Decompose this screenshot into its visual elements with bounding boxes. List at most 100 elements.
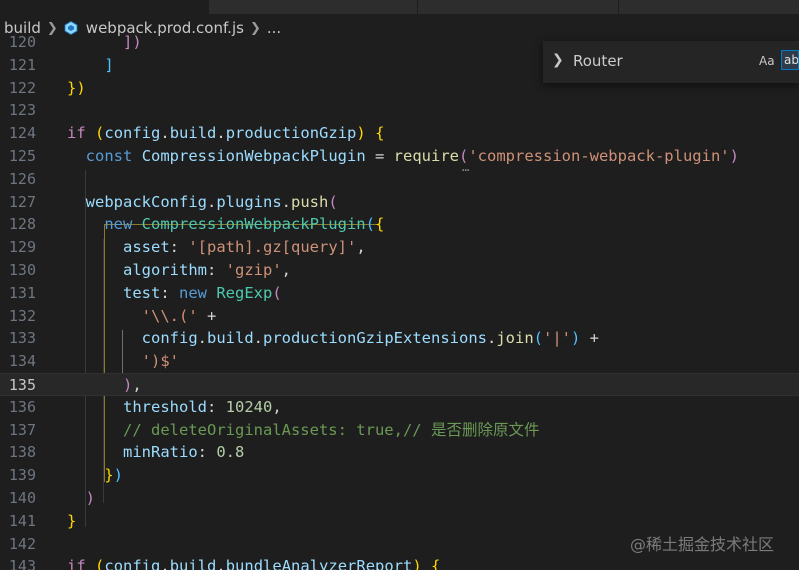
code-line[interactable]: 131 test: new RegExp(: [0, 282, 799, 305]
code-token: ): [729, 147, 739, 165]
code-line[interactable]: 132 '\\.(' +: [0, 305, 799, 328]
code-line[interactable]: 126: [0, 168, 799, 191]
code-token: {: [374, 215, 385, 234]
code-token: 0.8: [216, 443, 245, 462]
code-line[interactable]: 141}: [0, 510, 799, 533]
find-input[interactable]: Router: [573, 52, 623, 70]
match-whole-word-toggle[interactable]: ab: [781, 50, 799, 70]
code-token: :: [169, 238, 189, 257]
code-token: algorithm: [123, 261, 207, 279]
code-text: ]): [67, 34, 142, 54]
code-token: .: [216, 124, 226, 143]
code-token: ,: [272, 397, 282, 416]
code-token: }: [104, 466, 114, 485]
tab[interactable]: [619, 0, 799, 14]
code-text: threshold: 10240,: [67, 396, 282, 419]
code-token: +: [197, 306, 217, 325]
code-token: config: [104, 557, 161, 570]
code-token: webpackConfig: [85, 192, 207, 211]
code-token: '|': [543, 329, 571, 348]
line-number: 132: [8, 306, 36, 325]
line-number: 141: [8, 511, 36, 530]
code-token: if: [67, 557, 86, 570]
code-line[interactable]: 123: [0, 99, 799, 122]
code-line[interactable]: 136 threshold: 10240,: [0, 396, 799, 419]
code-token: ]: [104, 55, 114, 74]
code-text: if (config.build.bundleAnalyzerReport) {: [67, 555, 440, 570]
code-line[interactable]: 143 if (config.build.bundleAnalyzerReport…: [0, 555, 799, 570]
code-token: asset: [123, 238, 170, 257]
line-number: 137: [8, 420, 36, 439]
toggle-replace-chevron-icon[interactable]: ❯: [552, 52, 564, 68]
code-line[interactable]: 134 ')$': [0, 350, 799, 373]
line-number: 124: [8, 124, 36, 143]
code-line[interactable]: 133 config.build.productionGzipExtension…: [0, 327, 799, 350]
code-text: // deleteOriginalAssets: true,// 是否删除原文件: [67, 419, 539, 442]
code-line[interactable]: 140 ): [0, 487, 799, 510]
code-token: CompressionWebpackPlugin: [141, 147, 366, 165]
editor-tabs: [0, 0, 799, 14]
code-text: test: new RegExp(: [67, 282, 282, 305]
code-token: :: [207, 397, 226, 416]
inline-hint: ⋯: [462, 163, 470, 177]
code-token: :: [207, 261, 226, 279]
code-token: 10240: [225, 397, 273, 416]
code-editor[interactable]: 120 ]) 121 ] 122}) 123 124 if (config.build.p…: [0, 34, 799, 570]
code-line[interactable]: 124 if (config.build.productionGzip) {: [0, 122, 799, 145]
code-token: threshold: [123, 397, 207, 416]
line-number: 128: [8, 215, 36, 234]
find-widget: ❯ Router Aa ab: [543, 41, 799, 83]
code-token: productionGzip: [225, 124, 357, 143]
code-text: ]: [67, 54, 114, 77]
code-text: asset: '[path].gz[query]',: [67, 236, 366, 259]
code-line[interactable]: 125 const CompressionWebpackPlugin = req…: [0, 145, 799, 168]
line-number: 136: [8, 397, 36, 416]
tab[interactable]: [418, 0, 619, 14]
code-token: ): [412, 557, 422, 570]
code-text: }): [67, 464, 123, 487]
code-line[interactable]: 137 // deleteOriginalAssets: true,// 是否删…: [0, 419, 799, 442]
code-token: config: [104, 124, 161, 143]
tab[interactable]: [209, 0, 418, 14]
code-token: require: [393, 147, 459, 165]
code-line[interactable]: 139 }): [0, 464, 799, 487]
webpack-file-icon: [64, 21, 78, 35]
code-token: build: [169, 557, 217, 570]
match-case-toggle[interactable]: Aa: [759, 54, 775, 68]
code-token: ): [571, 329, 581, 348]
line-number: 138: [8, 443, 36, 462]
code-token: '\\.(': [141, 306, 198, 325]
code-token: (: [328, 192, 338, 211]
code-token: (: [365, 215, 375, 234]
code-token: new: [179, 283, 207, 302]
code-line[interactable]: 135 ),: [0, 373, 799, 396]
code-line[interactable]: 128 new CompressionWebpackPlugin({: [0, 213, 799, 236]
tab-active[interactable]: [0, 0, 209, 14]
code-token: 'gzip': [225, 261, 282, 279]
line-number: 126: [8, 169, 36, 188]
code-token: ]): [123, 34, 142, 51]
code-line[interactable]: 127 webpackConfig.plugins.push(: [0, 191, 799, 214]
code-token: if: [67, 124, 86, 143]
code-line[interactable]: 138 minRatio: 0.8: [0, 441, 799, 464]
code-token: join: [496, 329, 534, 348]
code-text: ),: [67, 374, 142, 397]
line-number: 121: [8, 55, 36, 74]
code-text: new CompressionWebpackPlugin({: [67, 213, 384, 236]
code-text: ): [67, 487, 95, 510]
code-token: productionGzipExtensions: [263, 329, 487, 348]
code-text: webpackConfig.plugins.push(: [67, 191, 338, 214]
code-token: ): [356, 124, 366, 143]
code-line[interactable]: 129 asset: '[path].gz[query]',: [0, 236, 799, 259]
line-number: 120: [8, 34, 36, 51]
code-line[interactable]: 130 algorithm: 'gzip',: [0, 259, 799, 282]
